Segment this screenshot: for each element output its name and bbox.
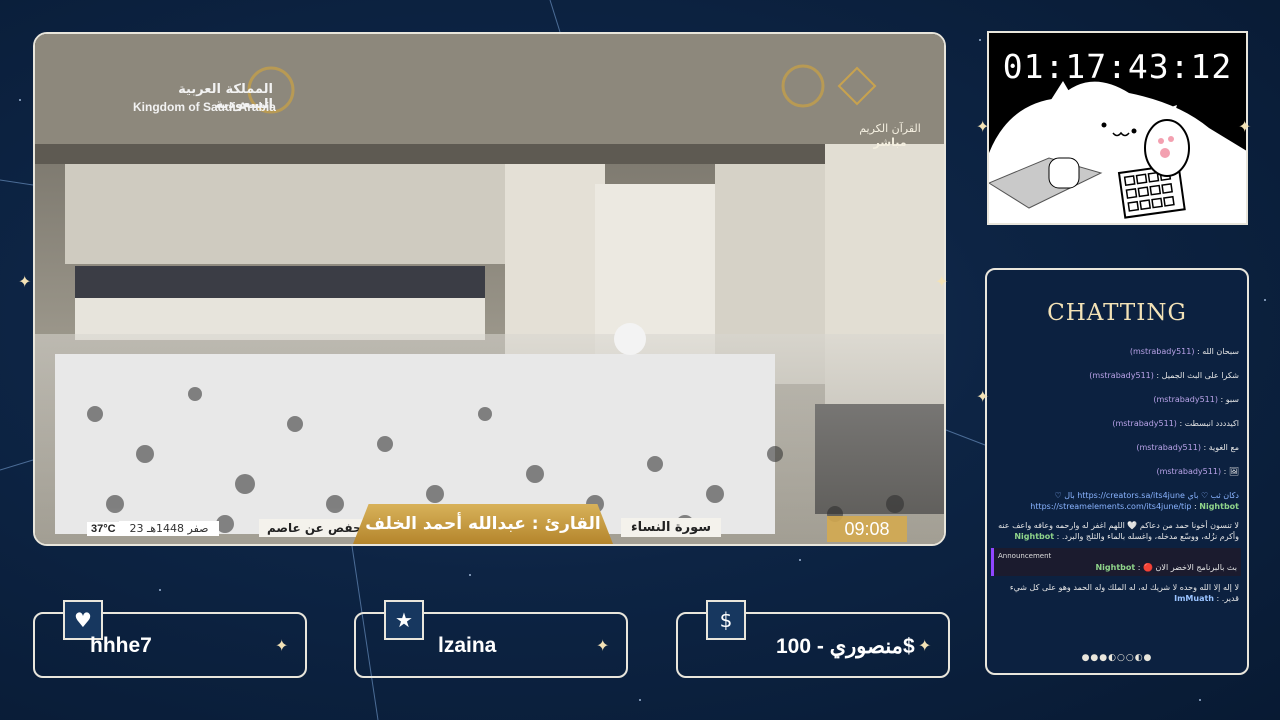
- chat-message: دكان ثب ♡ باي https://creators.sa/its4ju…: [1030, 491, 1239, 511]
- chat-username[interactable]: (mstrabady511): [1130, 347, 1195, 356]
- chat-username[interactable]: Nightbot: [1014, 532, 1054, 541]
- channel-name: القرآن الكريم: [859, 122, 921, 135]
- sparkle-icon: ✦: [935, 272, 949, 291]
- chat-pager-indicator: ●●●◐○○◐●: [1081, 653, 1153, 663]
- chat-message: اكيدددد انبسطت : (mstrabady511): [1112, 419, 1239, 428]
- chat-username[interactable]: Nightbot: [1199, 502, 1239, 511]
- sparkle-icon: ✦: [918, 636, 932, 655]
- latest-donation-box: $ منصوري - 100$ ✦: [676, 600, 950, 678]
- latest-follower-box: ♥ hhhe7 ✦: [33, 600, 307, 678]
- chat-message: لا إله إلا الله وحده لا شريك له، له المل…: [1009, 583, 1239, 603]
- chat-message: 🖼 : (mstrabady511): [1156, 467, 1239, 476]
- channel-live-label: مباشر: [873, 136, 907, 149]
- chat-message: مع الغوية : (mstrabady511): [1136, 443, 1239, 452]
- chat-announcement: Announcement بث بالبرنامج الاخضر الان 🔴 …: [991, 548, 1241, 576]
- surah-label: سورة النساء: [621, 518, 722, 537]
- hijri-date-label: 23 صفر 1448هـ: [119, 521, 219, 536]
- chat-message: لا تنسون أخونا حمد من دعاكم 🤍 اللهم اغفر…: [998, 521, 1239, 541]
- stream-timer-widget: 01:17:43:12: [987, 31, 1248, 225]
- star-icon: ★: [384, 600, 424, 640]
- chat-message-text: بث بالبرنامج الاخضر الان 🔴: [1143, 563, 1237, 572]
- latest-subscriber-box: ★ lzaina ✦: [354, 600, 628, 678]
- latest-follower-name: hhhe7: [90, 634, 152, 657]
- broadcast-clock: 09:08: [827, 516, 907, 542]
- sparkle-icon: ✦: [976, 387, 990, 406]
- chat-message: سبحان الله : (mstrabady511): [1129, 347, 1239, 356]
- chat-username[interactable]: (mstrabady511): [1153, 395, 1218, 404]
- chat-message-text: مع الغوية: [1208, 443, 1239, 452]
- chat-emote-icon: 🖼: [1228, 467, 1239, 476]
- chat-username[interactable]: (mstrabady511): [1089, 371, 1154, 380]
- broadcaster-name-english: Kingdom of Saudi Arabia: [133, 100, 276, 114]
- sparkle-icon: ✦: [18, 272, 32, 291]
- chat-message-text: سبحان الله: [1202, 347, 1239, 356]
- chat-username[interactable]: (mstrabady511): [1156, 467, 1221, 476]
- latest-donation-text: منصوري - 100$: [776, 635, 915, 658]
- chat-message-text: اكيدددد انبسطت: [1184, 419, 1239, 428]
- chat-message: شكرا على البث الجميل : (mstrabady511): [1089, 371, 1239, 380]
- chat-panel: CHATTING سبحان الله : (mstrabady511) شكر…: [985, 268, 1249, 675]
- sparkle-icon: ✦: [1238, 117, 1252, 136]
- chat-username[interactable]: ImMuath: [1174, 594, 1214, 603]
- latest-subscriber-name: lzaina: [438, 634, 497, 657]
- chat-title: CHATTING: [1047, 300, 1187, 326]
- chat-message-text: سبو: [1225, 395, 1239, 404]
- broadcast-lower-third: 37°C 23 صفر 1448هـ رواية حفص عن عاصم الق…: [35, 504, 944, 544]
- chat-message-list[interactable]: سبحان الله : (mstrabady511) شكرا على الب…: [991, 342, 1241, 642]
- temperature-label: 37°C: [87, 522, 120, 536]
- sparkle-icon: ✦: [275, 636, 289, 655]
- chat-message: سبو : (mstrabady511): [1153, 395, 1239, 404]
- sparkle-icon: ✦: [596, 636, 610, 655]
- chat-username[interactable]: (mstrabady511): [1136, 443, 1201, 452]
- chat-username[interactable]: Nightbot: [1095, 563, 1135, 572]
- chat-username[interactable]: (mstrabady511): [1112, 419, 1177, 428]
- dollar-icon: $: [706, 600, 746, 640]
- announcement-label: Announcement: [998, 552, 1052, 560]
- sparkle-icon: ✦: [976, 117, 990, 136]
- video-player[interactable]: المملكة العربية السعودية Kingdom of Saud…: [33, 32, 946, 546]
- qari-label: القارئ : عبدالله أحمد الخلف: [353, 504, 613, 544]
- timer-value: 01:17:43:12: [1002, 47, 1233, 86]
- chat-message-text: شكرا على البث الجميل: [1161, 371, 1239, 380]
